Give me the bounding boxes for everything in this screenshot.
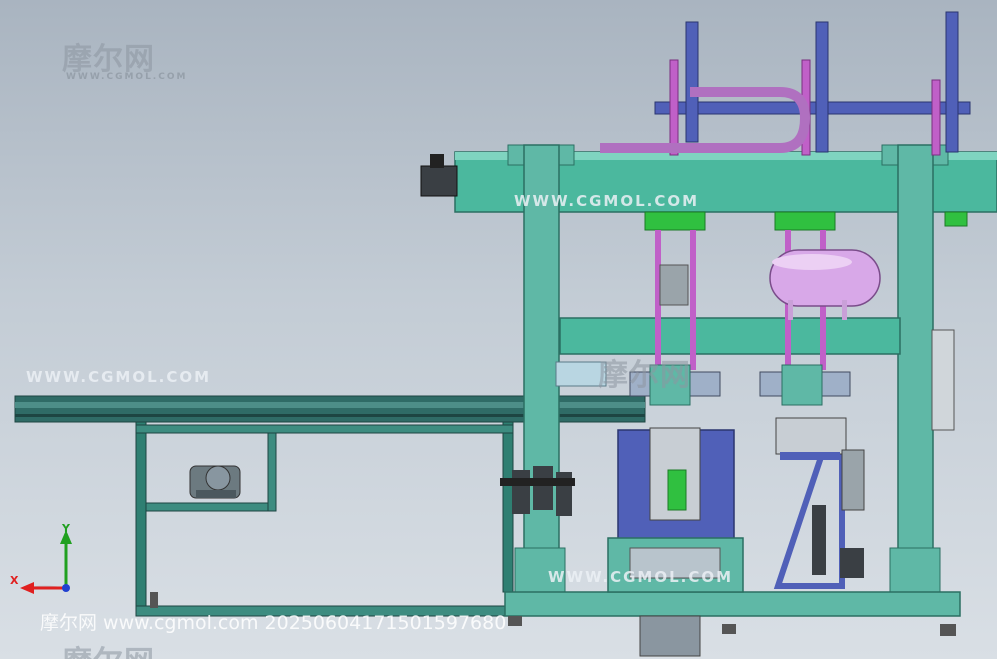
conveyor-motor xyxy=(189,465,241,499)
watermark-logo-center: 摩尔网 xyxy=(598,358,691,393)
y-axis-label: Y xyxy=(62,522,70,535)
watermark-url-bottom: WWW.CGMOL.COM xyxy=(548,568,734,586)
watermark-url-left: WWW.CGMOL.COM xyxy=(26,368,212,386)
triad-arrows-icon xyxy=(20,530,72,594)
cad-viewport[interactable]: 摩尔网 WWW.CGMOL.COM WWW.CGMOL.COM WWW.CGMO… xyxy=(0,0,997,659)
right-bracket xyxy=(773,417,865,589)
watermark-logo-url: WWW.CGMOL.COM xyxy=(66,72,188,82)
top-gantry xyxy=(600,11,971,156)
x-axis-label: X xyxy=(10,574,19,587)
watermark-url-top: WWW.CGMOL.COM xyxy=(514,192,700,210)
machine-drawing xyxy=(14,11,997,657)
coordinate-triad[interactable]: Y X xyxy=(8,518,88,600)
watermark-logo-bottom: 摩尔网 xyxy=(62,637,155,659)
watermark-footer: 摩尔网 www.cgmol.com 20250604171501597680 xyxy=(40,612,507,634)
